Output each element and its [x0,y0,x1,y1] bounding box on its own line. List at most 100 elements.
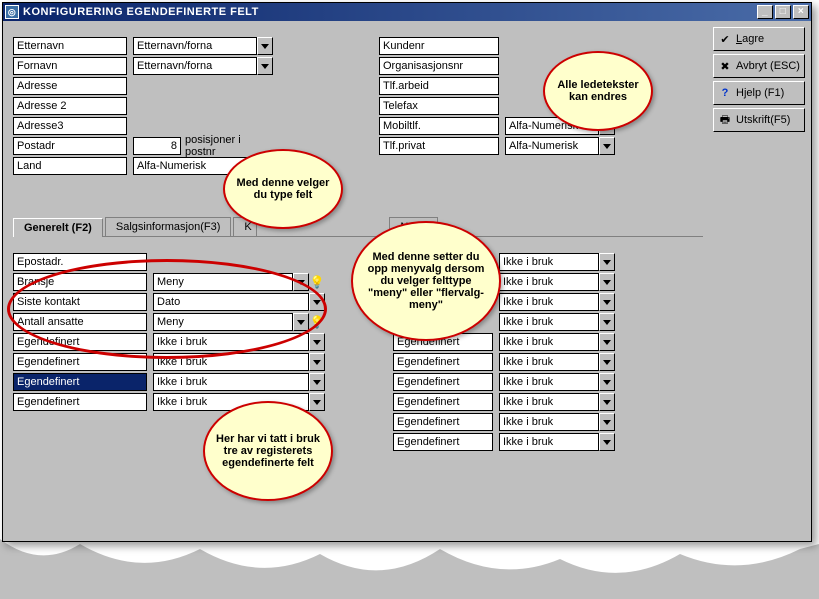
dropdown-button[interactable] [309,353,325,371]
label-tlfprivat[interactable] [379,137,499,155]
grid-label[interactable] [393,373,493,391]
left-label-col [13,37,127,175]
tab-generelt[interactable]: Generelt (F2) [13,218,103,237]
grid-value[interactable]: Ikke i bruk [499,293,599,311]
grid-label[interactable] [13,393,147,411]
callout-text: Med denne velger du type felt [233,177,333,201]
grid-label[interactable] [13,253,147,271]
dropdown-button[interactable] [599,373,615,391]
grid-label[interactable] [13,293,147,311]
dropdown-button[interactable] [599,253,615,271]
minimize-button[interactable]: _ [757,5,773,19]
grid-label[interactable] [13,313,147,331]
grid-value[interactable]: Ikke i bruk [499,273,599,291]
grid-label[interactable] [393,413,493,431]
action-buttons: ✔ Lagre ✖ Avbryt (ESC) ? Hjelp (F1) 🖶 Ut… [713,27,805,132]
callout-ledetekster: Alle ledetekster kan endres [543,51,653,131]
dropdown-button[interactable] [599,333,615,351]
label-etternavn[interactable] [13,37,127,55]
label-land[interactable] [13,157,127,175]
label-postadr[interactable] [13,137,127,155]
chevron-down-icon [603,380,611,385]
grid-value[interactable]: Ikke i bruk [499,413,599,431]
chevron-down-icon [603,400,611,405]
window-body: ✔ Lagre ✖ Avbryt (ESC) ? Hjelp (F1) 🖶 Ut… [3,21,811,541]
label-tlfarbeid[interactable] [379,77,499,95]
lightbulb-icon[interactable]: 💡 [309,313,325,331]
chevron-down-icon [603,144,611,149]
label-adresse3[interactable] [13,117,127,135]
help-button[interactable]: ? Hjelp (F1) [713,81,805,105]
grid-label[interactable] [393,353,493,371]
dropdown-button[interactable] [599,413,615,431]
label-kundenr[interactable] [379,37,499,55]
grid-left-labels [13,253,147,411]
dropdown-button[interactable] [599,393,615,411]
label-adresse2[interactable] [13,97,127,115]
dropdown-button[interactable] [599,313,615,331]
dropdown-button[interactable] [599,353,615,371]
callout-text: Med denne setter du opp menyvalg dersom … [361,251,491,311]
chevron-down-icon [603,340,611,345]
callout-text: Her har vi tatt i bruk tre av registeret… [213,433,323,469]
check-icon: ✔ [718,32,732,46]
grid-value[interactable]: Ikke i bruk [499,253,599,271]
chevron-down-icon [313,360,321,365]
close-button[interactable]: × [793,5,809,19]
grid-value[interactable]: Ikke i bruk [153,353,309,371]
chevron-down-icon [603,260,611,265]
grid-label[interactable] [393,433,493,451]
lightbulb-icon[interactable]: 💡 [309,273,325,291]
dropdown-button[interactable] [599,273,615,291]
dropdown-button[interactable] [309,333,325,351]
right-label-col [379,37,499,155]
print-button[interactable]: 🖶 Utskrift(F5) [713,108,805,132]
grid-value[interactable]: Ikke i bruk [499,333,599,351]
grid-label[interactable] [13,273,147,291]
grid-value[interactable]: Ikke i bruk [153,373,309,391]
grid-value[interactable]: Ikke i bruk [499,313,599,331]
dropdown-button[interactable] [599,137,615,155]
grid-value[interactable]: Ikke i bruk [499,393,599,411]
cancel-label: Avbryt (ESC) [736,60,800,72]
privat-value[interactable]: Alfa-Numerisk [505,137,599,155]
grid-value[interactable]: Ikke i bruk [499,353,599,371]
grid-value[interactable]: Meny [153,313,293,331]
dropdown-button[interactable] [293,313,309,331]
grid-label[interactable] [393,393,493,411]
label-telefax[interactable] [379,97,499,115]
label-fornavn[interactable] [13,57,127,75]
grid-left-values: Meny 💡 Dato Meny 💡 Ikke i bruk Ikke i bruk… [153,253,325,411]
grid-value[interactable]: Meny [153,273,293,291]
grid-label[interactable] [13,353,147,371]
grid-value[interactable]: Ikke i bruk [499,373,599,391]
pos-number[interactable] [133,137,181,155]
grid-value[interactable]: Ikke i bruk [499,433,599,451]
dropdown-button[interactable] [599,433,615,451]
label-mobil[interactable] [379,117,499,135]
dropdown-button[interactable] [309,373,325,391]
dropdown-button[interactable] [257,37,273,55]
label-adresse[interactable] [13,77,127,95]
grid-value[interactable]: Ikke i bruk [153,333,309,351]
window-title: KONFIGURERING EGENDEFINERTE FELT [23,6,757,18]
dropdown-button[interactable] [309,293,325,311]
maximize-button[interactable]: □ [775,5,791,19]
dropdown-button[interactable] [309,393,325,411]
dropdown-button[interactable] [257,57,273,75]
cancel-button[interactable]: ✖ Avbryt (ESC) [713,54,805,78]
grid-value[interactable]: Dato [153,293,309,311]
grid-label-selected[interactable] [13,373,147,391]
help-label: Hjelp (F1) [736,87,784,99]
printer-icon: 🖶 [718,113,732,127]
tab-salgsinfo[interactable]: Salgsinformasjon(F3) [105,217,232,236]
grid-right-values: Ikke i bruk Ikke i bruk Ikke i bruk Ikke… [499,253,615,451]
save-button[interactable]: ✔ Lagre [713,27,805,51]
chevron-down-icon [603,280,611,285]
etternavn-value[interactable]: Etternavn/forna [133,37,257,55]
grid-label[interactable] [13,333,147,351]
fornavn-value[interactable]: Etternavn/forna [133,57,257,75]
label-orgnr[interactable] [379,57,499,75]
dropdown-button[interactable] [293,273,309,291]
dropdown-button[interactable] [599,293,615,311]
